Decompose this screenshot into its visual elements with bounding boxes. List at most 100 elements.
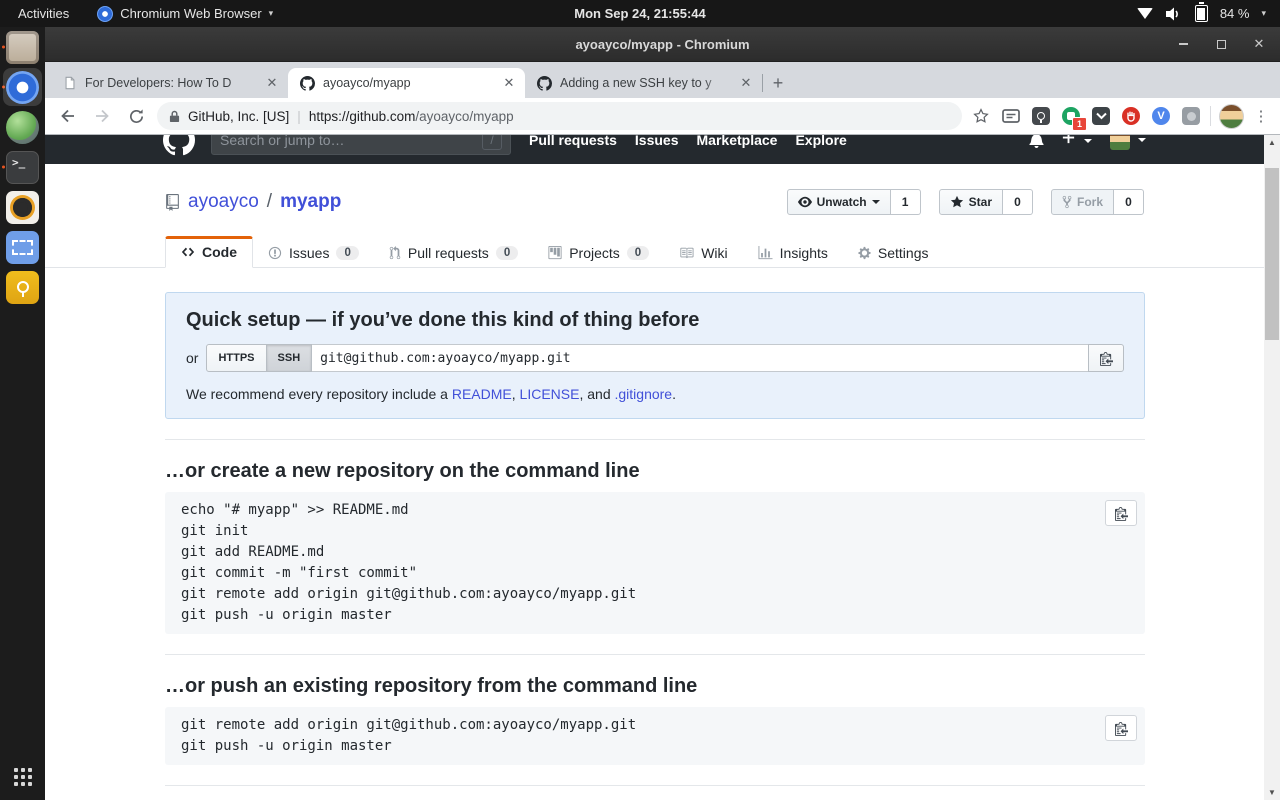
battery-icon xyxy=(1195,5,1208,22)
tab-pull-requests[interactable]: Pull requests 0 xyxy=(374,238,533,268)
tab-issues[interactable]: Issues 0 xyxy=(253,238,374,268)
repo-name-link[interactable]: myapp xyxy=(280,191,341,213)
window-title-bar[interactable]: ayoayco/myapp - Chromium ✕ xyxy=(45,27,1280,62)
show-applications-button[interactable] xyxy=(0,762,45,792)
maximize-button[interactable] xyxy=(1210,33,1232,55)
tab-title: ayoayco/myapp xyxy=(323,76,493,90)
create-repo-section: …or create a new repository on the comma… xyxy=(165,460,1145,634)
nav-marketplace[interactable]: Marketplace xyxy=(697,135,778,148)
repo-owner-link[interactable]: ayoayco xyxy=(188,191,259,213)
tab-title: For Developers: How To D xyxy=(85,76,256,90)
dock-item-notes[interactable] xyxy=(0,267,45,307)
browser-menu-button[interactable]: ⋮ xyxy=(1252,107,1270,125)
fork-button[interactable]: Fork xyxy=(1051,189,1114,215)
scroll-down-button[interactable]: ▼ xyxy=(1264,785,1280,800)
page-scrollbar[interactable]: ▲ ▼ xyxy=(1264,135,1280,800)
dock-item-terminal[interactable]: >_ xyxy=(0,147,45,187)
project-icon xyxy=(548,246,562,260)
bell-icon[interactable] xyxy=(1029,135,1044,148)
copy-code-button[interactable] xyxy=(1105,715,1137,741)
gitignore-link[interactable]: .gitignore xyxy=(615,386,673,402)
dock-item-browser-globe[interactable] xyxy=(0,107,45,147)
address-bar[interactable]: GitHub, Inc. [US] | https://github.com/a… xyxy=(157,102,962,130)
clock[interactable]: Mon Sep 24, 21:55:44 xyxy=(574,6,706,21)
repo-title: ayoayco / myapp xyxy=(165,191,341,213)
gray-extension-icon[interactable] xyxy=(1180,105,1202,127)
green-circle-extension-icon[interactable]: 1 xyxy=(1060,105,1082,127)
copy-code-button[interactable] xyxy=(1105,500,1137,526)
code-block: git remote add origin git@github.com:ayo… xyxy=(165,707,1145,765)
minimize-button[interactable] xyxy=(1172,33,1194,55)
create-new-menu[interactable] xyxy=(1062,135,1091,150)
dock-item-files[interactable] xyxy=(0,27,45,67)
page-viewport: Search or jump to… / Pull requests Issue… xyxy=(45,135,1280,800)
tab-settings[interactable]: Settings xyxy=(843,238,944,268)
browser-profile-avatar[interactable] xyxy=(1219,104,1244,129)
close-icon[interactable]: ✕ xyxy=(264,75,280,91)
dock-item-media-player[interactable] xyxy=(0,187,45,227)
close-icon[interactable]: ✕ xyxy=(501,75,517,91)
browser-tab-ssh-key[interactable]: Adding a new SSH key to y ✕ xyxy=(525,68,762,98)
remote-url-input[interactable] xyxy=(312,344,1089,372)
fork-count[interactable]: 0 xyxy=(1114,189,1144,215)
bookmark-star-icon[interactable] xyxy=(970,105,992,127)
new-tab-button[interactable]: + xyxy=(763,68,793,98)
close-button[interactable]: ✕ xyxy=(1248,33,1270,55)
dock-item-chromium[interactable] xyxy=(0,67,45,107)
ev-certificate-name: GitHub, Inc. [US] xyxy=(188,109,289,124)
tab-insights[interactable]: Insights xyxy=(743,238,843,268)
copy-remote-url-button[interactable] xyxy=(1088,344,1124,372)
close-icon[interactable]: ✕ xyxy=(738,75,754,91)
hand-blocker-extension-icon[interactable] xyxy=(1120,105,1142,127)
github-nav: Pull requests Issues Marketplace Explore xyxy=(529,135,847,148)
lightbulb-extension-icon[interactable] xyxy=(1030,105,1052,127)
github-logo-icon[interactable] xyxy=(163,135,195,156)
scroll-up-button[interactable]: ▲ xyxy=(1264,135,1280,150)
system-status-area[interactable]: 84 % ▾ xyxy=(1123,0,1280,27)
gear-icon xyxy=(858,246,871,260)
lock-icon xyxy=(169,110,180,123)
clipboard-icon xyxy=(1115,721,1128,736)
wifi-icon xyxy=(1137,8,1153,19)
divider xyxy=(165,654,1145,655)
ssh-toggle-button[interactable]: SSH xyxy=(267,344,313,372)
user-menu[interactable] xyxy=(1110,135,1146,150)
running-indicator xyxy=(2,166,5,169)
nav-pull-requests[interactable]: Pull requests xyxy=(529,135,617,148)
browser-tab-repo[interactable]: ayoayco/myapp ✕ xyxy=(288,68,525,98)
readme-link[interactable]: README xyxy=(452,386,512,402)
avatar xyxy=(1110,135,1130,150)
back-button[interactable] xyxy=(55,103,81,129)
github-search-input[interactable]: Search or jump to… / xyxy=(211,135,511,155)
tab-wiki[interactable]: Wiki xyxy=(664,238,742,268)
divider xyxy=(165,785,1145,786)
reading-list-extension-icon[interactable] xyxy=(1000,105,1022,127)
chromium-icon xyxy=(6,71,39,104)
browser-tab-developers[interactable]: For Developers: How To D ✕ xyxy=(51,68,288,98)
vimium-extension-icon[interactable]: V xyxy=(1150,105,1172,127)
scrollbar-thumb[interactable] xyxy=(1265,168,1279,340)
tab-projects[interactable]: Projects 0 xyxy=(533,238,664,268)
search-placeholder: Search or jump to… xyxy=(220,135,345,148)
document-icon xyxy=(63,76,77,90)
nav-issues[interactable]: Issues xyxy=(635,135,679,148)
extension-badge: 1 xyxy=(1072,117,1087,131)
nav-explore[interactable]: Explore xyxy=(795,135,846,148)
repo-icon xyxy=(165,194,180,211)
star-button[interactable]: Star xyxy=(939,189,1003,215)
dock-item-screenshot[interactable] xyxy=(0,227,45,267)
forward-button[interactable] xyxy=(89,103,115,129)
https-toggle-button[interactable]: HTTPS xyxy=(206,344,266,372)
star-count[interactable]: 0 xyxy=(1003,189,1033,215)
tab-code[interactable]: Code xyxy=(165,236,253,268)
reload-button[interactable] xyxy=(123,103,149,129)
watch-count[interactable]: 1 xyxy=(891,189,921,215)
push-existing-section: …or push an existing repository from the… xyxy=(165,675,1145,765)
notes-icon xyxy=(6,271,39,304)
pocket-extension-icon[interactable] xyxy=(1090,105,1112,127)
repo-nav-tabs: Code Issues 0 Pull requests 0 Projects 0 xyxy=(45,234,1264,268)
license-link[interactable]: LICENSE xyxy=(520,386,580,402)
activities-button[interactable]: Activities xyxy=(0,0,87,27)
app-menu[interactable]: Chromium Web Browser ▾ xyxy=(87,0,283,27)
unwatch-button[interactable]: Unwatch xyxy=(787,189,891,215)
